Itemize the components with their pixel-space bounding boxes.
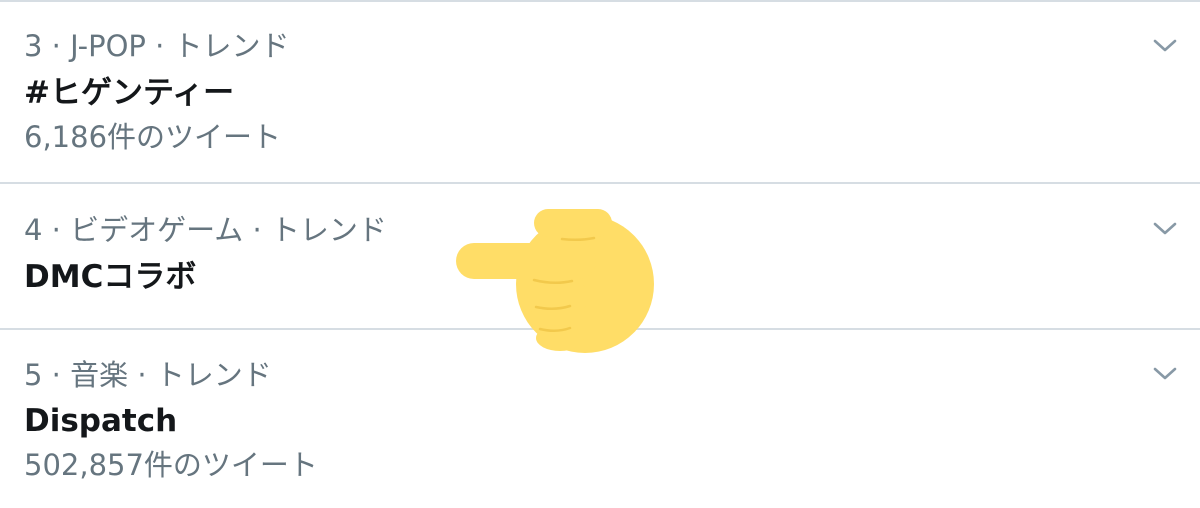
chevron-down-icon[interactable] <box>1152 220 1178 238</box>
trend-title[interactable]: #ヒゲンティー <box>24 78 234 109</box>
trend-meta: 3 · J-POP · トレンド <box>24 29 290 63</box>
trend-title[interactable]: DMCコラボ <box>24 262 196 293</box>
chevron-down-icon[interactable] <box>1152 365 1178 383</box>
trend-tweet-count: 502,857件のツイート <box>24 448 318 482</box>
trend-tweet-count: 6,186件のツイート <box>24 120 282 154</box>
trend-title[interactable]: Dispatch <box>24 406 177 437</box>
trend-item[interactable]: 5 · 音楽 · トレンド Dispatch 502,857件のツイート <box>0 330 1200 508</box>
chevron-down-icon[interactable] <box>1152 37 1178 55</box>
pointing-hand-icon <box>456 209 654 353</box>
trend-meta: 4 · ビデオゲーム · トレンド <box>24 213 387 247</box>
trend-meta: 5 · 音楽 · トレンド <box>24 358 272 392</box>
trend-item[interactable]: 3 · J-POP · トレンド #ヒゲンティー 6,186件のツイート <box>0 2 1200 184</box>
